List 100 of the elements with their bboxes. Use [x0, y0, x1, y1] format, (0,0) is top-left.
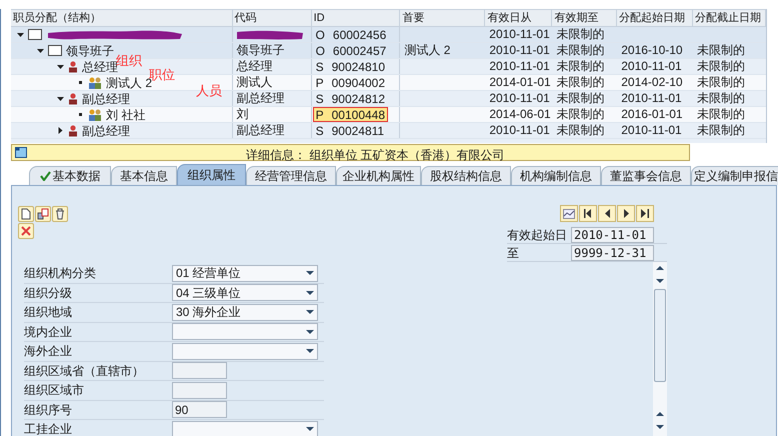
id-cell[interactable]: P 00904002	[312, 75, 388, 90]
collapse-arrow-icon[interactable]	[57, 64, 64, 68]
chart-button[interactable]	[560, 205, 578, 222]
collapse-arrow-icon[interactable]	[17, 32, 24, 36]
dropdown-field[interactable]	[172, 420, 318, 436]
tab[interactable]: 董监事会信息	[601, 166, 691, 185]
detail-text: 详细信息： 组织单位 五矿资本（香港）有限公司	[246, 147, 505, 164]
tab[interactable]: 组织属性	[177, 164, 246, 185]
table-cell-text: 2014-06-01	[488, 107, 552, 122]
tab[interactable]: 经营管理信息	[246, 166, 336, 185]
table-cell-text: 2010-11-01	[488, 59, 551, 74]
column-header[interactable]: 有效期至	[552, 10, 618, 26]
expand-arrow-icon[interactable]	[57, 127, 64, 134]
input-field[interactable]	[172, 382, 227, 399]
date-field[interactable]: 2010-11-01	[571, 226, 654, 242]
tab[interactable]: 定义编制申报信	[691, 166, 778, 185]
id-cell[interactable]: O 60002457	[312, 43, 390, 58]
table-cell-text: 2010-11-01	[488, 27, 551, 42]
table-cell-text: 未限制的	[696, 59, 746, 74]
table-cell-text: 未限制的	[555, 107, 606, 122]
people-icon	[88, 76, 102, 88]
object-id: 90024810	[332, 60, 385, 73]
tab[interactable]: 企业机构属性	[336, 166, 421, 185]
table-cell-text: 2010-11-01	[488, 91, 551, 106]
annotation-label: 组织	[116, 52, 142, 68]
table-cell-text: 2010-11-01	[620, 59, 683, 74]
field-label: 至	[507, 244, 520, 262]
column-header[interactable]: 分配起始日期	[617, 10, 694, 26]
table-cell-text: 未限制的	[696, 75, 746, 90]
table-cell-text: 未限制的	[696, 123, 746, 138]
table-cell-text: 2014-01-01	[488, 75, 552, 90]
node-label[interactable]: 领导班子	[66, 43, 114, 58]
column-header[interactable]: 分配截止日期	[693, 10, 766, 26]
tab[interactable]: 机构编制信息	[511, 166, 601, 185]
id-cell[interactable]: S 90024810	[312, 59, 388, 74]
id-cell[interactable]: S 90024811	[312, 123, 388, 138]
next-icon	[624, 209, 628, 218]
annotation-label: 人员	[196, 82, 222, 100]
node-label[interactable]: 刘 社社	[106, 107, 146, 122]
column-header[interactable]: 代码	[232, 10, 312, 26]
column-header[interactable]: 职员分配（结构）	[11, 10, 233, 26]
delete-button[interactable]	[52, 206, 68, 222]
table-cell-text: 未限制的	[555, 75, 606, 90]
last-button[interactable]	[636, 205, 654, 222]
id-cell[interactable]: P 00100448	[312, 107, 388, 122]
collapse-arrow-icon[interactable]	[57, 96, 64, 100]
previous-button[interactable]	[598, 205, 616, 222]
tab[interactable]: 股权结构信息	[421, 166, 511, 185]
new-document-button[interactable]	[18, 206, 34, 222]
cancel-button[interactable]	[18, 223, 34, 239]
first-button[interactable]	[579, 205, 597, 222]
document-icon	[21, 208, 31, 220]
input-field[interactable]	[172, 362, 227, 380]
column-header[interactable]: 首要	[400, 10, 486, 26]
copy-button[interactable]	[35, 206, 51, 222]
dropdown-value: 01 经营单位	[176, 265, 241, 282]
dropdown-field[interactable]: 04 三级单位	[172, 284, 318, 302]
table-cell: 副总经理	[232, 123, 312, 138]
collapse-arrow-icon[interactable]	[37, 48, 44, 52]
dropdown-field[interactable]: 30 海外企业	[172, 304, 318, 321]
first-page-icon	[584, 209, 592, 218]
table-cell-text: 2010-11-01	[488, 43, 551, 58]
object-id: 00100448	[332, 108, 386, 121]
dropdown-field[interactable]	[172, 342, 318, 360]
people-icon	[88, 108, 102, 120]
column-header[interactable]: 有效日从	[485, 10, 552, 26]
scrollbar[interactable]	[653, 262, 667, 436]
tab[interactable]: 基本数据	[29, 166, 111, 185]
dropdown-field[interactable]: 01 经营单位	[172, 264, 318, 282]
scroll-thumb[interactable]	[654, 289, 666, 382]
id-cell[interactable]: S 90024812	[312, 91, 388, 106]
table-cell-text: 未限制的	[555, 59, 606, 74]
dropdown-arrow-icon	[306, 330, 314, 334]
tab[interactable]: 基本信息	[111, 166, 177, 185]
next-button[interactable]	[617, 205, 635, 222]
annotation-label: 职位	[149, 66, 175, 82]
field-label: 组织区域省（直辖市）	[24, 362, 145, 380]
table-cell-text: 2010-11-01	[620, 91, 683, 106]
object-type: O	[316, 44, 325, 57]
node-label[interactable]: 副总经理	[82, 123, 130, 138]
object-type: P	[316, 76, 324, 89]
scroll-up-icon	[656, 266, 664, 270]
node-label[interactable]: 副总经理	[82, 91, 130, 106]
input-field[interactable]: 90	[172, 401, 227, 418]
field-label: 组织序号	[24, 402, 73, 419]
column-header[interactable]: ID	[312, 10, 400, 26]
dropdown-arrow-icon	[306, 427, 314, 432]
id-cell[interactable]: O 60002456	[312, 27, 390, 42]
dropdown-arrow-icon	[306, 349, 314, 354]
table-cell-text: 2010-11-01	[620, 123, 683, 138]
chart-icon	[563, 208, 575, 218]
field-label: 工挂企业	[24, 421, 73, 436]
trash-icon	[55, 208, 65, 220]
field-label: 组织地域	[24, 304, 73, 322]
date-field[interactable]: 9999-12-31	[571, 244, 654, 260]
object-type: S	[316, 60, 324, 73]
dropdown-value: 04 三级单位	[176, 284, 241, 302]
redaction-scribble	[236, 29, 305, 41]
dropdown-field[interactable]	[172, 323, 318, 340]
table-cell-text: 未限制的	[555, 91, 606, 106]
